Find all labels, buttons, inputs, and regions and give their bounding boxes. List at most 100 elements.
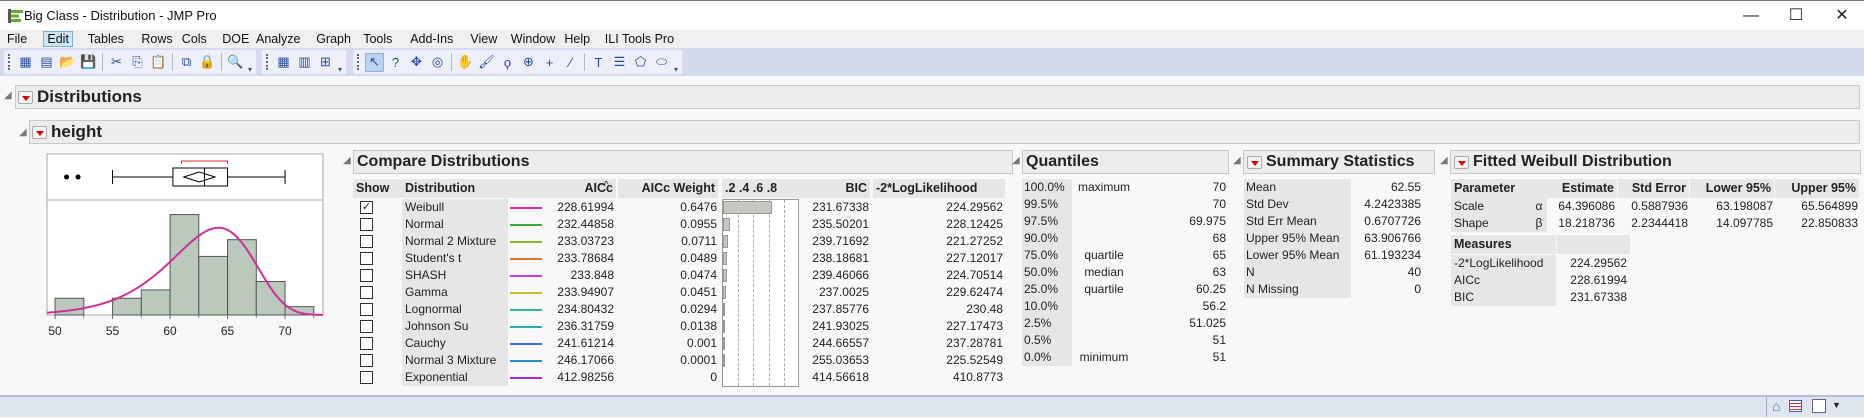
show-checkbox[interactable] — [360, 337, 373, 350]
column-header-aicc-weight[interactable]: AICc Weight — [618, 179, 718, 198]
show-checkbox[interactable] — [360, 354, 373, 367]
menu-file[interactable]: File — [3, 31, 31, 47]
columns-icon[interactable]: ▥ — [295, 53, 314, 72]
show-checkbox[interactable] — [360, 269, 373, 282]
maximize-button[interactable]: ☐ — [1776, 5, 1816, 27]
show-checkbox[interactable] — [360, 320, 373, 333]
data-table-icon[interactable] — [1789, 400, 1802, 412]
polygon-icon[interactable]: ⬠ — [631, 53, 650, 72]
arrow-select-icon[interactable]: ↖ — [365, 52, 384, 72]
disclosure-icon[interactable]: ◢ — [19, 127, 27, 138]
summary-value: 40 — [1407, 265, 1421, 279]
box-iqr[interactable] — [172, 167, 229, 187]
lasso-icon[interactable]: ϙ — [498, 53, 517, 72]
column-header-bic[interactable]: BIC — [800, 179, 870, 198]
target-icon[interactable]: ◎ — [428, 53, 447, 72]
copy-icon[interactable]: ⎘ — [128, 53, 147, 72]
crosshair-icon[interactable]: ✥ — [407, 53, 426, 72]
red-triangle-menu-icon[interactable] — [1454, 155, 1469, 169]
histogram-bar[interactable] — [198, 255, 229, 316]
new-data-table-icon[interactable]: ▦ — [16, 53, 35, 72]
menu-tables[interactable]: Tables — [84, 31, 128, 47]
open-icon[interactable]: 📂 — [58, 53, 77, 72]
column-header-neg2ll[interactable]: -2*LogLikelihood — [873, 179, 1005, 198]
text-annotate-icon[interactable]: T — [589, 53, 608, 72]
fitted-weibull-header[interactable]: Fitted Weibull Distribution — [1450, 150, 1861, 174]
aicc-value: 246.17066 — [557, 353, 614, 367]
color-swatch[interactable] — [1812, 399, 1826, 413]
toolbar-grip-handle[interactable] — [357, 54, 361, 70]
dropdown-arrow-icon[interactable]: ▼ — [1832, 400, 1841, 410]
new-script-icon[interactable]: ▤ — [37, 53, 56, 72]
menu-edit[interactable]: Edit — [43, 31, 73, 47]
disclosure-icon[interactable]: ◢ — [1233, 155, 1241, 166]
menu-tools[interactable]: Tools — [359, 31, 396, 47]
quantile-value: 63 — [1212, 265, 1226, 279]
disclosure-icon[interactable]: ◢ — [1012, 155, 1020, 166]
data-grid-icon[interactable]: ▦ — [274, 53, 293, 72]
menu-rows[interactable]: Rows — [137, 31, 176, 47]
histogram-bar[interactable] — [169, 214, 200, 316]
show-checkbox[interactable] — [360, 252, 373, 265]
hand-icon[interactable]: ✋ — [456, 53, 475, 72]
magnifier-icon[interactable]: ⊕ — [519, 53, 538, 72]
add-graph-icon[interactable]: ⊞ — [316, 53, 335, 72]
disclosure-icon[interactable]: ◢ — [4, 90, 12, 101]
close-button[interactable]: ✕ — [1822, 5, 1862, 27]
show-checkbox[interactable] — [360, 303, 373, 316]
show-checkbox[interactable] — [360, 218, 373, 231]
menu-help[interactable]: Help — [560, 31, 594, 47]
aicc-value: 234.80432 — [557, 302, 614, 316]
show-checkbox[interactable] — [360, 371, 373, 384]
column-header-show[interactable]: Show — [353, 179, 402, 198]
minimize-button[interactable]: — — [1731, 5, 1771, 27]
home-icon[interactable]: ⌂ — [1772, 398, 1780, 414]
plus-icon[interactable]: + — [540, 53, 559, 72]
paste-icon[interactable]: 📋 — [149, 53, 168, 72]
toolbar-overflow-icon[interactable]: ▾ — [338, 65, 342, 74]
cut-icon[interactable]: ✂ — [107, 53, 126, 72]
red-triangle-menu-icon[interactable] — [1247, 155, 1262, 169]
compare-distributions-header[interactable]: Compare Distributions — [353, 150, 1013, 174]
show-checkbox[interactable] — [360, 286, 373, 299]
column-header-distribution[interactable]: Distribution — [402, 179, 508, 198]
brush-icon[interactable]: 🖌 — [477, 53, 496, 72]
menu-ili-tools-pro[interactable]: ILI Tools Pro — [601, 31, 678, 47]
menu-doe[interactable]: DOE — [218, 31, 253, 47]
red-triangle-menu-icon[interactable] — [18, 90, 33, 104]
menu-add-ins[interactable]: Add-Ins — [406, 31, 457, 47]
line-icon[interactable]: ∕ — [561, 53, 580, 72]
data-filter-icon[interactable]: ⧉ — [177, 53, 196, 72]
height-header[interactable]: height — [29, 120, 1860, 144]
search-icon[interactable]: 🔍 — [226, 53, 245, 72]
histogram-bar[interactable] — [112, 297, 142, 316]
menu-analyze[interactable]: Analyze — [252, 31, 304, 47]
show-checkbox[interactable] — [360, 235, 373, 248]
toolbar-grip-handle[interactable] — [8, 54, 12, 70]
column-header-bar-axis[interactable]: .2 .4 .6 .8 — [722, 179, 800, 198]
menu-graph[interactable]: Graph — [312, 31, 355, 47]
distributions-header[interactable]: Distributions — [15, 85, 1860, 109]
outlier-point[interactable] — [75, 174, 81, 180]
disclosure-icon[interactable]: ◢ — [1440, 155, 1448, 166]
summary-statistics-header[interactable]: Summary Statistics — [1243, 150, 1435, 174]
quantiles-header[interactable]: Quantiles — [1022, 150, 1229, 174]
toolbar-grip-handle[interactable] — [266, 54, 270, 70]
menu-view[interactable]: View — [466, 31, 501, 47]
histogram-bar[interactable] — [140, 289, 171, 316]
arrow-icon[interactable]: ☰ — [610, 53, 629, 72]
toolbar-overflow-icon[interactable]: ▾ — [248, 65, 252, 74]
toolbar-overflow-icon[interactable]: ▾ — [674, 65, 678, 74]
ellipse-icon[interactable]: ⬭ — [652, 53, 671, 72]
menu-window[interactable]: Window — [507, 31, 559, 47]
sort-ascending-icon[interactable]: ^ — [604, 180, 609, 191]
show-checkbox[interactable]: ✓ — [360, 201, 373, 214]
lock-icon[interactable]: 🔒 — [198, 53, 217, 72]
disclosure-icon[interactable]: ◢ — [343, 155, 351, 166]
menu-cols[interactable]: Cols — [178, 31, 211, 47]
histogram-bar[interactable] — [227, 239, 257, 316]
red-triangle-menu-icon[interactable] — [32, 125, 47, 139]
outlier-point[interactable] — [64, 174, 70, 180]
save-icon[interactable]: 💾 — [79, 53, 98, 72]
help-question-icon[interactable]: ? — [386, 53, 405, 72]
